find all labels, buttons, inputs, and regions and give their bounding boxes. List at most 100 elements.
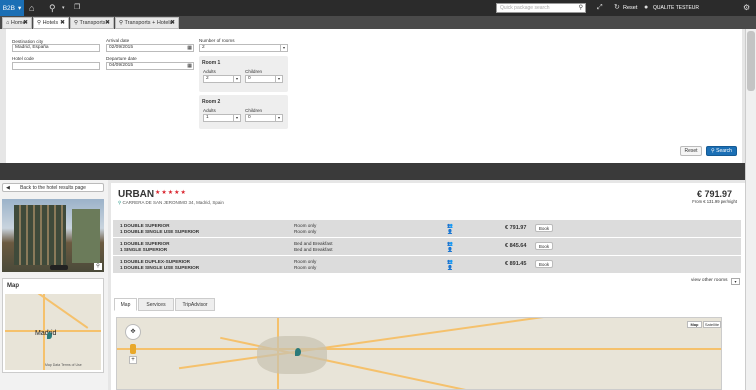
map-road — [21, 294, 89, 329]
tab-hotels[interactable]: ⚲ Hotels ✖ — [33, 17, 69, 29]
calendar-icon[interactable]: ▦ — [187, 63, 192, 69]
tree-image — [72, 209, 100, 263]
book-button[interactable]: Book — [535, 242, 553, 250]
rooms-select[interactable]: 2 ▾ — [199, 44, 288, 52]
chevron-down-icon: ▾ — [233, 76, 240, 82]
reset-link[interactable]: Reset — [623, 0, 637, 16]
urban-area — [257, 336, 327, 374]
room-2-box: Room 2 Adults 1 ▾ Children 0 ▾ — [199, 95, 288, 129]
search-button-label: Search — [716, 148, 732, 154]
brand-menu-button[interactable]: B2B ▾ — [0, 0, 24, 16]
children-label: Children — [245, 69, 263, 74]
hotel-code-input[interactable] — [12, 62, 100, 70]
home-icon[interactable]: ⌂ — [29, 0, 34, 16]
hotel-price-sub: From € 131.99 per/night — [692, 199, 737, 204]
adults-value: 1 — [206, 115, 209, 120]
user-name[interactable]: QUALITE TESTEUR — [653, 0, 699, 16]
room-1-children-select[interactable]: 0 ▾ — [245, 75, 283, 83]
zoom-icon[interactable]: ⚲ — [94, 263, 102, 270]
children-label: Children — [245, 108, 263, 113]
hotel-pin-icon[interactable] — [295, 348, 301, 356]
adults-label: Adults — [203, 108, 216, 113]
board-type: Room only — [294, 265, 317, 270]
gear-icon[interactable]: ⚙ — [743, 0, 750, 16]
room-1-box: Room 1 Adults 2 ▾ Children 0 ▾ — [199, 56, 288, 92]
building-image — [14, 205, 66, 265]
room-1-adults-select[interactable]: 2 ▾ — [203, 75, 241, 83]
rate-row: 1 DOUBLE DUPLEX-SUPERIOR 1 DOUBLE SINGLE… — [113, 256, 741, 273]
scrollbar-thumb[interactable] — [747, 31, 755, 91]
tab-transports-hotels[interactable]: ⚲ Transports + Hotels ✖ — [115, 17, 179, 29]
book-button[interactable]: Book — [535, 260, 553, 268]
pan-control-icon[interactable]: ✥ — [125, 324, 141, 340]
caret-down-icon: ▾ — [18, 5, 22, 12]
tab-tripadvisor[interactable]: TripAdvisor — [175, 298, 215, 311]
view-other-rooms-link[interactable]: view other rooms — [691, 278, 728, 283]
tab-bar: ⌂ Home ✖ ⚲ Hotels ✖ ⚲ Transports ✖ ⚲ Transp… — [0, 16, 756, 29]
search-form: Destination city Madrid, España Hotel co… — [6, 29, 742, 163]
room-2-children-select[interactable]: 0 ▾ — [245, 114, 283, 122]
map-type-map-button[interactable]: Map — [687, 321, 702, 328]
back-button[interactable]: ◀ Back to the hotel results page — [2, 183, 104, 192]
fullscreen-icon[interactable]: ⤢ — [597, 0, 603, 16]
caret-down-icon[interactable]: ▾ — [62, 0, 65, 16]
address-text: CARRERA DE SAN JERONIMO 34, Madrid, Spai… — [122, 200, 224, 205]
brand-label: B2B — [2, 4, 16, 12]
copy-icon[interactable]: ❐ — [74, 0, 80, 16]
map-type-satellite-button[interactable]: Satellite — [703, 321, 721, 328]
search-button[interactable]: ⚲ Search — [706, 146, 737, 156]
tab-map[interactable]: Map — [114, 298, 137, 311]
rate-price: € 791.97 — [505, 225, 527, 231]
slideshow-controls[interactable] — [50, 265, 68, 270]
children-value: 0 — [248, 115, 251, 120]
search-menu-icon[interactable]: ⚲ — [49, 0, 56, 16]
reset-button[interactable]: Reset — [680, 146, 702, 156]
hotel-sidebar: ◀ Back to the hotel results page ⚲ Map Ma… — [0, 180, 108, 390]
adults-value: 2 — [206, 76, 209, 81]
street-view-icon[interactable] — [130, 344, 136, 354]
board-type: Room only — [294, 229, 317, 234]
close-icon[interactable]: ✖ — [60, 18, 65, 29]
room-2-adults-select[interactable]: 1 ▾ — [203, 114, 241, 122]
hotel-detail: URBAN ★★★★★ ⚲ CARRERA DE SAN JERONIMO 34… — [111, 183, 745, 390]
tab-home[interactable]: ⌂ Home ✖ — [2, 17, 32, 29]
page-scrollbar[interactable] — [745, 29, 756, 390]
back-arrow-icon: ◀ — [6, 185, 10, 191]
rate-row: 1 DOUBLE SUPERIOR 1 DOUBLE SINGLE USE SU… — [113, 220, 741, 237]
sidebar-map-panel: Map Madrid Map Data Terms of Use — [2, 278, 104, 373]
destination-input[interactable]: Madrid, España — [12, 44, 100, 52]
sidebar-map-title: Map — [7, 283, 19, 289]
quick-search-input[interactable]: Quick package search ⚲ — [496, 3, 586, 13]
rooms-value: 2 — [202, 45, 205, 50]
arrival-label: Arrival date — [106, 38, 130, 43]
close-icon[interactable]: ✖ — [23, 18, 28, 29]
zoom-in-icon[interactable]: + — [129, 356, 137, 364]
refresh-icon[interactable]: ↻ — [614, 0, 620, 16]
detail-map[interactable]: ✥ + Satellite Map — [116, 317, 722, 390]
book-button[interactable]: Book — [535, 224, 553, 232]
hotel-photo[interactable]: ⚲ — [2, 199, 104, 272]
tab-services[interactable]: Services — [138, 298, 174, 311]
chevron-down-icon[interactable]: ▾ — [731, 278, 740, 285]
calendar-icon[interactable]: ▦ — [187, 45, 192, 51]
top-bar: B2B ▾ ⌂ ⚲ ▾ ❐ Quick package search ⚲ ⤢ ↻ R… — [0, 0, 756, 16]
sidebar-map[interactable]: Madrid Map Data Terms of Use — [5, 294, 101, 370]
overlay-band — [0, 163, 756, 180]
close-icon[interactable]: ✖ — [105, 18, 110, 29]
tab-label: Transports + Hotels — [124, 20, 173, 26]
hotel-code-label: Hotel code — [12, 56, 34, 61]
search-icon[interactable]: ⚲ — [579, 4, 583, 12]
map-city-label: Madrid — [35, 330, 57, 337]
departure-date-input[interactable]: 04/09/2015 ▦ — [106, 62, 194, 70]
hotel-pin-icon[interactable] — [47, 332, 52, 339]
map-footer: Map Data Terms of Use — [45, 363, 82, 367]
tab-label: Hotels — [42, 20, 59, 26]
tab-transports[interactable]: ⚲ Transports ✖ — [70, 17, 114, 29]
arrival-date-input[interactable]: 02/09/2015 ▦ — [106, 44, 194, 52]
quick-search-placeholder: Quick package search — [500, 5, 550, 11]
departure-label: Departure date — [106, 56, 137, 61]
user-icon: ● — [644, 4, 649, 11]
hotel-address: ⚲ CARRERA DE SAN JERONIMO 34, Madrid, Sp… — [118, 200, 224, 206]
arrival-date-value: 02/09/2015 — [109, 45, 134, 50]
close-icon[interactable]: ✖ — [170, 18, 175, 29]
